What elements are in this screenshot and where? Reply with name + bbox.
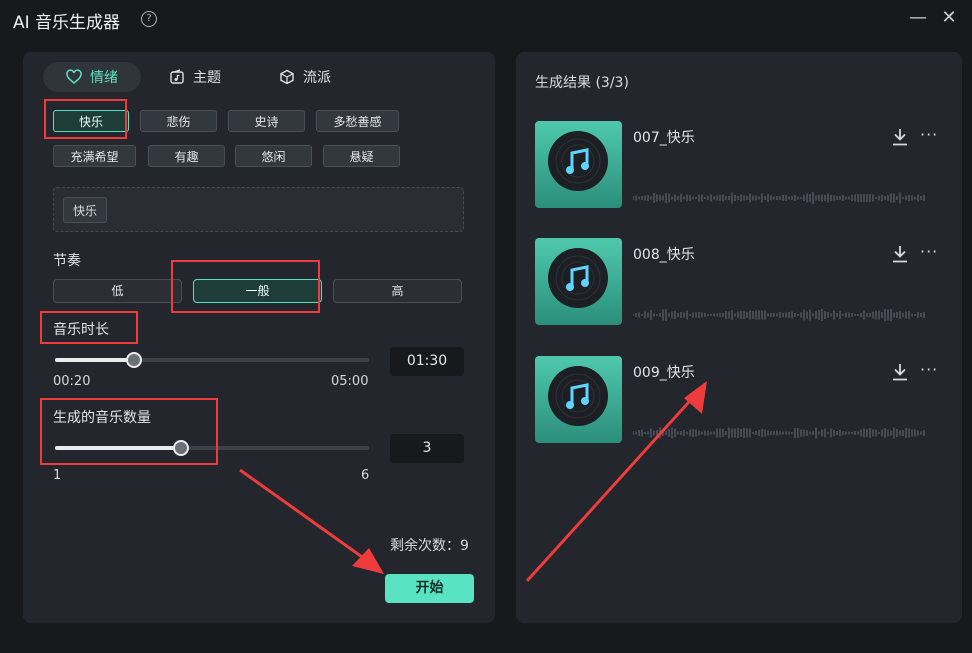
result-item[interactable]: 009_快乐 ···: [535, 356, 945, 443]
start-button[interactable]: 开始: [385, 574, 474, 603]
heart-mood-icon: [66, 69, 82, 84]
duration-max: 05:00: [331, 374, 369, 389]
album-cover-icon: [535, 356, 622, 443]
duration-label: 音乐时长: [53, 322, 109, 338]
tempo-high-button[interactable]: 高: [333, 279, 462, 303]
theme-note-icon: [170, 69, 184, 84]
duration-value-field[interactable]: 01:30: [390, 347, 464, 376]
count-max: 6: [361, 468, 370, 483]
results-header: 生成结果 (3/3): [535, 75, 629, 91]
waveform: [633, 309, 925, 321]
app-title: AI 音乐生成器: [13, 13, 121, 33]
result-title: 007_快乐: [633, 130, 695, 146]
result-item[interactable]: 007_快乐 ···: [535, 121, 945, 208]
count-slider-handle[interactable]: [173, 440, 189, 456]
tab-genre[interactable]: 流派: [279, 62, 331, 92]
cube-genre-icon: [280, 69, 294, 85]
result-title: 009_快乐: [633, 365, 695, 381]
more-options-icon[interactable]: ···: [920, 242, 938, 261]
tempo-normal-button[interactable]: 一般: [193, 279, 322, 303]
tab-theme[interactable]: 主题: [169, 62, 221, 92]
count-slider[interactable]: [55, 440, 369, 456]
album-cover-icon: [535, 121, 622, 208]
tempo-label: 节奏: [53, 253, 81, 269]
duration-min: 00:20: [53, 374, 91, 389]
download-icon[interactable]: [891, 362, 909, 382]
mood-chip-leisurely[interactable]: 悠闲: [235, 145, 312, 167]
mood-chip-sentimental[interactable]: 多愁善感: [316, 110, 399, 132]
tempo-low-button[interactable]: 低: [53, 279, 182, 303]
settings-panel: 情绪 主题 流派 快乐 悲伤 史诗 多愁善感 充满希望 有趣 悠闲 悬疑 快乐 …: [23, 52, 495, 623]
waveform: [633, 427, 925, 439]
mood-chip-epic[interactable]: 史诗: [228, 110, 305, 132]
tab-theme-label: 主题: [193, 70, 221, 86]
result-item[interactable]: 008_快乐 ···: [535, 238, 945, 325]
selected-tags-area[interactable]: 快乐: [53, 187, 464, 232]
mood-chip-fun[interactable]: 有趣: [148, 145, 225, 167]
duration-slider-handle[interactable]: [126, 352, 142, 368]
tab-mood[interactable]: 情绪: [43, 62, 141, 92]
count-value-field[interactable]: 3: [390, 434, 464, 463]
mood-chip-suspense[interactable]: 悬疑: [323, 145, 400, 167]
remaining-count: 剩余次数：9: [390, 538, 469, 554]
download-icon[interactable]: [891, 127, 909, 147]
result-title: 008_快乐: [633, 247, 695, 263]
count-slider-fill: [55, 446, 181, 450]
mood-chip-sad[interactable]: 悲伤: [140, 110, 217, 132]
results-panel: 生成结果 (3/3) 007_快乐 ··· 008_快乐 ··· 009_快乐 …: [516, 52, 962, 623]
tab-genre-label: 流派: [303, 70, 331, 86]
mood-chip-happy[interactable]: 快乐: [53, 110, 129, 132]
minimize-button[interactable]: —: [907, 7, 929, 29]
more-options-icon[interactable]: ···: [920, 125, 938, 144]
duration-slider[interactable]: [55, 352, 369, 368]
more-options-icon[interactable]: ···: [920, 360, 938, 379]
duration-slider-fill: [55, 358, 134, 362]
count-label: 生成的音乐数量: [53, 410, 151, 426]
waveform: [633, 192, 925, 204]
close-button[interactable]: ✕: [938, 7, 960, 29]
selected-tag[interactable]: 快乐: [63, 197, 108, 223]
tab-mood-label: 情绪: [90, 70, 118, 86]
title-bar: AI 音乐生成器 ? — ✕: [0, 0, 972, 40]
album-cover-icon: [535, 238, 622, 325]
help-icon[interactable]: ?: [141, 11, 157, 27]
mood-chip-hopeful[interactable]: 充满希望: [53, 145, 136, 167]
download-icon[interactable]: [891, 244, 909, 264]
count-min: 1: [53, 468, 62, 483]
